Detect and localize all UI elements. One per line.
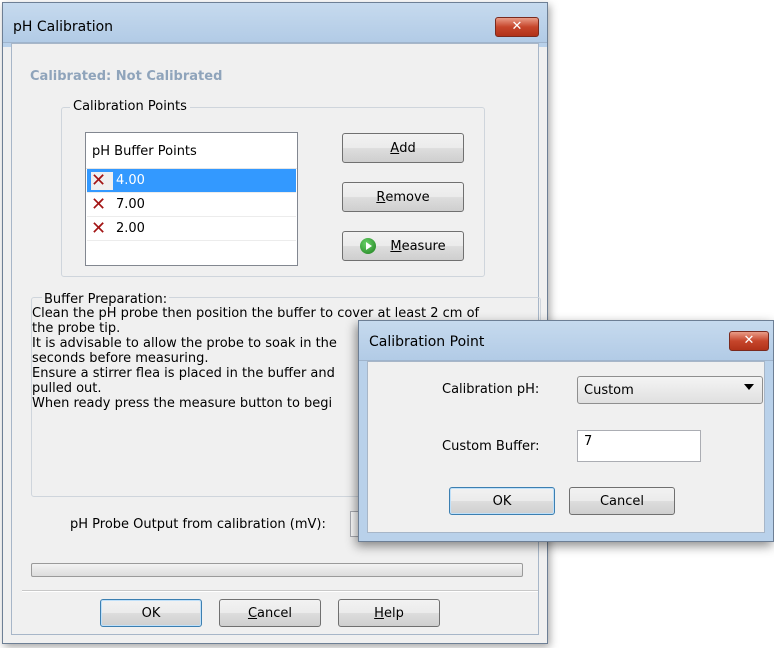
- sub-cancel-button[interactable]: Cancel: [569, 487, 675, 515]
- sub-dialog-title: Calibration Point: [369, 334, 485, 350]
- title-bar[interactable]: pH Calibration ✕: [3, 3, 547, 43]
- list-item[interactable]: ✕ 7.00: [87, 193, 296, 217]
- delete-x-icon: ✕: [91, 171, 113, 190]
- list-item[interactable]: ✕ 4.00: [87, 169, 296, 193]
- calibration-point-dialog: Calibration Point ✕ Calibration pH: Cust…: [358, 320, 774, 542]
- remove-label-post: emove: [385, 189, 430, 205]
- calibration-points-label: Calibration Points: [70, 99, 190, 114]
- probe-output-label: pH Probe Output from calibration (mV):: [70, 517, 326, 532]
- close-button[interactable]: ✕: [495, 17, 539, 37]
- measure-label-key: M: [390, 238, 402, 254]
- help-label-key: H: [374, 605, 384, 621]
- measure-label-post: easure: [401, 238, 446, 254]
- add-label-post: dd: [399, 140, 416, 156]
- sub-title-bar[interactable]: Calibration Point ✕: [359, 321, 773, 361]
- ok-button[interactable]: OK: [100, 599, 202, 627]
- calibration-progress-bar: [31, 563, 523, 577]
- calibration-ph-select[interactable]: Custom: [577, 376, 763, 404]
- play-icon: [360, 238, 377, 254]
- remove-button[interactable]: Remove: [342, 182, 464, 212]
- dialog-title: pH Calibration: [13, 19, 114, 35]
- cancel-label-key: C: [247, 605, 258, 621]
- help-label-post: elp: [383, 605, 404, 621]
- add-button[interactable]: Add: [342, 133, 464, 163]
- point-value: 4.00: [116, 173, 145, 188]
- point-value: 2.00: [116, 221, 145, 236]
- prep-line: Clean the pH probe then position the buf…: [32, 306, 480, 321]
- chevron-down-icon: [744, 384, 754, 390]
- footer-divider: [22, 590, 538, 592]
- custom-buffer-field[interactable]: 7: [577, 430, 701, 462]
- delete-x-icon: ✕: [91, 217, 107, 239]
- cancel-button[interactable]: Cancel: [219, 599, 321, 627]
- point-value: 7.00: [116, 197, 145, 212]
- delete-x-icon: ✕: [91, 193, 107, 215]
- custom-buffer-label: Custom Buffer:: [442, 439, 540, 454]
- list-header[interactable]: pH Buffer Points: [86, 133, 297, 169]
- sub-close-button[interactable]: ✕: [729, 331, 769, 351]
- measure-button[interactable]: Measure: [342, 231, 464, 261]
- calibration-ph-value: Custom: [584, 382, 634, 398]
- sub-dialog-client: Calibration pH: Custom Custom Buffer: 7 …: [367, 361, 765, 533]
- buffer-points-list[interactable]: pH Buffer Points ✕ 4.00 ✕ 7.00 ✕ 2.00: [85, 132, 298, 266]
- sub-ok-button[interactable]: OK: [449, 487, 555, 515]
- buffer-preparation-label: Buffer Preparation:: [42, 292, 170, 307]
- list-item[interactable]: ✕ 2.00: [87, 217, 296, 241]
- remove-label-key: R: [376, 189, 386, 205]
- calibration-ph-label: Calibration pH:: [442, 382, 540, 397]
- help-button[interactable]: Help: [338, 599, 440, 627]
- calibration-status: Calibrated: Not Calibrated: [30, 69, 223, 84]
- add-label-key: A: [390, 140, 400, 156]
- cancel-label-post: ancel: [257, 605, 293, 621]
- calibration-points-group: Calibration Points pH Buffer Points ✕ 4.0…: [61, 99, 485, 277]
